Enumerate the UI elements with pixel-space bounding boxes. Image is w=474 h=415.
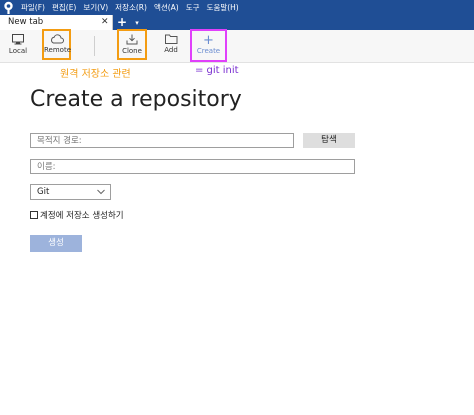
chevron-down-icon <box>97 189 105 195</box>
menu-bar: 파일(F) 편집(E) 보기(V) 저장소(R) 액션(A) 도구 도움말(H) <box>0 0 474 15</box>
add-label: Add <box>164 46 178 54</box>
create-annotation: = git init <box>195 65 239 76</box>
menu-help[interactable]: 도움말(H) <box>207 2 239 13</box>
monitor-icon <box>12 34 24 45</box>
menu-tools[interactable]: 도구 <box>186 2 200 13</box>
create-on-account-option[interactable]: 계정에 저장소 생성하기 <box>30 209 124 221</box>
local-button[interactable]: Local <box>6 31 30 61</box>
close-icon[interactable]: ✕ <box>101 16 109 28</box>
toolbar-divider <box>94 36 95 56</box>
tab-title: New tab <box>8 17 44 27</box>
clone-label: Clone <box>122 47 142 55</box>
menu-edit[interactable]: 편집(E) <box>52 2 76 13</box>
chevron-down-icon[interactable]: ▾ <box>132 15 142 30</box>
page-title: Create a repository <box>30 87 242 112</box>
menu-file[interactable]: 파일(F) <box>21 2 45 13</box>
tab-new-tab[interactable]: New tab ✕ <box>0 15 113 30</box>
create-button[interactable]: + Create <box>190 29 227 62</box>
tab-strip: New tab ✕ + ▾ <box>0 15 474 30</box>
toolbar: Local Remote Clone Add + Create <box>0 29 474 63</box>
menu-actions[interactable]: 액션(A) <box>154 2 179 13</box>
new-tab-button[interactable]: + <box>117 15 127 30</box>
menu-repository[interactable]: 저장소(R) <box>115 2 147 13</box>
folder-icon <box>164 34 177 44</box>
create-submit-button[interactable]: 생성 <box>30 235 82 252</box>
vcs-type-value: Git <box>37 187 50 197</box>
cloud-icon <box>50 34 64 44</box>
create-label: Create <box>196 47 221 55</box>
menu-view[interactable]: 보기(V) <box>83 2 108 13</box>
remote-button[interactable]: Remote <box>42 29 71 60</box>
name-input[interactable] <box>30 159 355 174</box>
download-icon <box>126 34 138 45</box>
destination-path-input[interactable] <box>30 133 294 148</box>
remote-annotation: 원격 저장소 관련 <box>60 69 131 80</box>
create-on-account-checkbox[interactable] <box>30 211 38 219</box>
vcs-type-select[interactable]: Git <box>30 184 111 200</box>
remote-label: Remote <box>44 46 72 54</box>
browse-button[interactable]: 탐색 <box>303 133 355 148</box>
plus-icon: + <box>203 33 214 48</box>
add-button[interactable]: Add <box>160 31 182 61</box>
create-on-account-label: 계정에 저장소 생성하기 <box>40 211 124 221</box>
sourcetree-logo-icon <box>4 1 13 14</box>
clone-button[interactable]: Clone <box>117 29 147 60</box>
local-label: Local <box>8 47 28 55</box>
main-menu: 파일(F) 편집(E) 보기(V) 저장소(R) 액션(A) 도구 도움말(H) <box>21 0 239 15</box>
